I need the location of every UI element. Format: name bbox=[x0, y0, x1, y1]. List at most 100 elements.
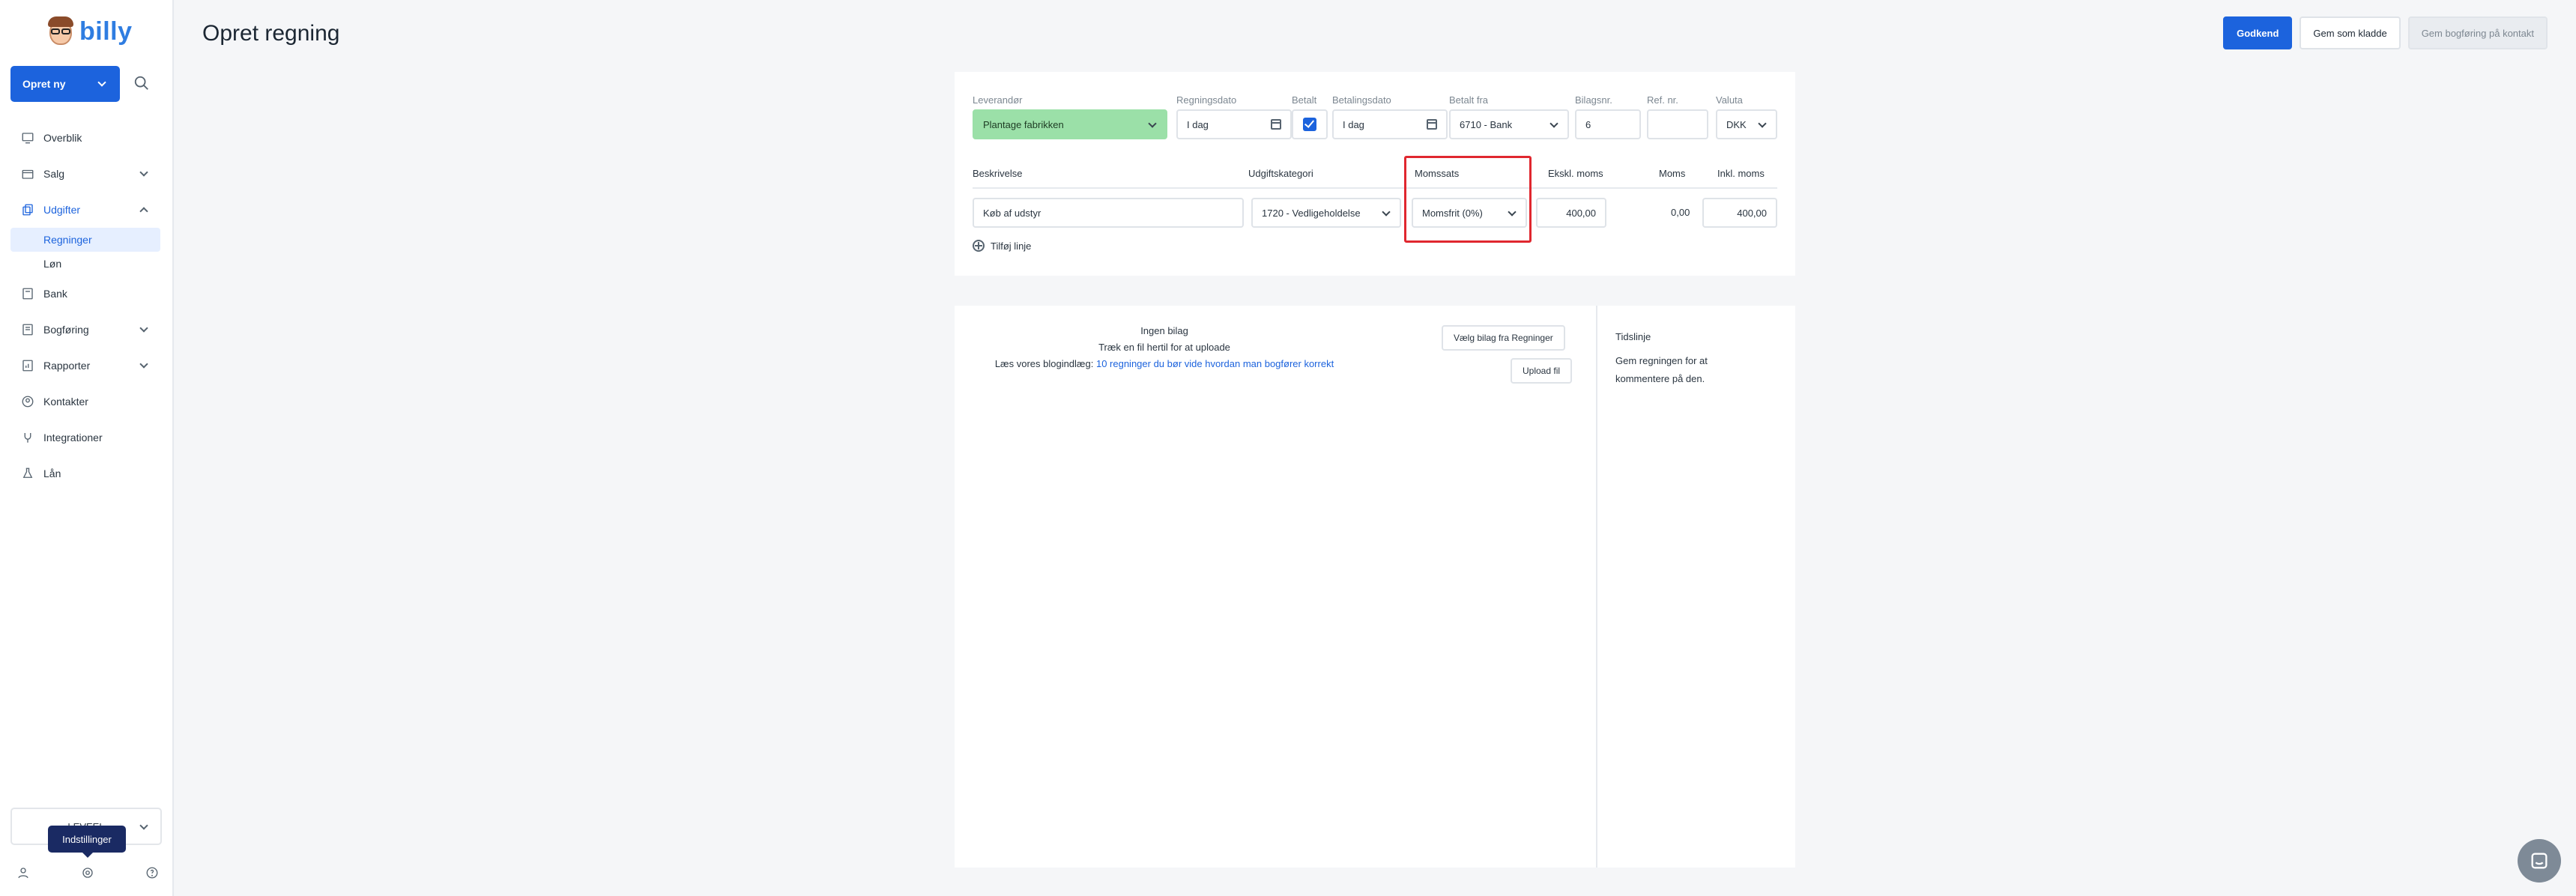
supplier-label: Leverandør bbox=[973, 94, 1023, 106]
sidebar-item-label: Lån bbox=[43, 467, 61, 479]
chevron-down-icon bbox=[1549, 119, 1558, 128]
line-description-value: Køb af udstyr bbox=[983, 207, 1041, 219]
sidebar-item-salg[interactable]: Salg bbox=[10, 156, 160, 192]
blog-link[interactable]: 10 regninger du bør vide hvordan man bog… bbox=[1096, 358, 1334, 369]
sidebar-item-overblik[interactable]: Overblik bbox=[10, 120, 160, 156]
line-incl-vat-input[interactable]: 400,00 bbox=[1702, 198, 1777, 228]
ref-no-input[interactable] bbox=[1647, 109, 1708, 139]
help-icon[interactable] bbox=[145, 866, 159, 880]
monitor-icon bbox=[22, 133, 34, 144]
payment-date-label: Betalingsdato bbox=[1332, 94, 1391, 106]
plug-icon bbox=[24, 433, 31, 443]
plus-circle-icon bbox=[973, 240, 985, 252]
line-vat-rate-value: Momsfrit (0%) bbox=[1422, 207, 1483, 219]
report-icon bbox=[22, 360, 33, 372]
vat-rate-header: Momssats bbox=[1415, 168, 1460, 179]
sidebar-item-label: Bogføring bbox=[43, 324, 89, 336]
line-vat-rate-select[interactable]: Momsfrit (0%) bbox=[1412, 198, 1527, 228]
store-icon bbox=[22, 169, 34, 179]
paid-label: Betalt bbox=[1292, 94, 1317, 106]
payment-date-value: I dag bbox=[1343, 118, 1364, 130]
settings-tooltip: Indstillinger bbox=[48, 826, 126, 858]
billy-logo[interactable]: billy bbox=[46, 16, 133, 46]
sidebar-item-label: Kontakter bbox=[43, 396, 88, 408]
chevron-down-icon bbox=[1382, 208, 1391, 217]
calendar-icon bbox=[1427, 119, 1437, 130]
page-title: Opret regning bbox=[202, 21, 340, 46]
incl-vat-header: Inkl. moms bbox=[1717, 168, 1765, 179]
create-new-button[interactable]: Opret ny bbox=[10, 66, 120, 102]
currency-select[interactable]: DKK bbox=[1716, 109, 1777, 139]
paid-from-select[interactable]: 6710 - Bank bbox=[1449, 109, 1569, 139]
sidebar-item-label: Bank bbox=[43, 288, 67, 300]
line-excl-vat-value: 400,00 bbox=[1566, 207, 1596, 219]
line-excl-vat-input[interactable]: 400,00 bbox=[1536, 198, 1606, 228]
sidebar-item-label: Overblik bbox=[43, 132, 82, 144]
chevron-down-icon bbox=[139, 360, 148, 369]
header-actions: Godkend Gem som kladde Gem bogføring på … bbox=[2223, 16, 2548, 49]
chat-support-button[interactable] bbox=[2518, 839, 2561, 883]
sidebar-subitem-regninger[interactable]: Regninger bbox=[10, 228, 160, 252]
bill-date-field[interactable]: I dag bbox=[1176, 109, 1292, 139]
paid-checkbox-field bbox=[1292, 109, 1328, 139]
voucher-no-value: 6 bbox=[1585, 118, 1591, 130]
sidebar-item-bogfoering[interactable]: Bogføring bbox=[10, 312, 160, 348]
approve-button[interactable]: Godkend bbox=[2223, 16, 2293, 49]
paid-from-label: Betalt fra bbox=[1449, 94, 1489, 106]
line-vat-value: 0,00 bbox=[1671, 207, 1690, 218]
bank-icon bbox=[22, 288, 33, 300]
line-description-input[interactable]: Køb af udstyr bbox=[973, 198, 1244, 228]
sidebar-item-laan[interactable]: Lån bbox=[10, 455, 160, 491]
sidebar-item-label: Integrationer bbox=[43, 432, 103, 444]
chevron-down-icon bbox=[97, 78, 106, 87]
chevron-down-icon bbox=[1758, 119, 1767, 128]
voucher-no-label: Bilagsnr. bbox=[1575, 94, 1612, 106]
chevron-down-icon bbox=[1148, 119, 1157, 128]
currency-label: Valuta bbox=[1716, 94, 1743, 106]
add-line-button[interactable]: Tilføj linje bbox=[973, 240, 1031, 252]
copy-icon bbox=[22, 204, 33, 216]
paid-checkbox[interactable] bbox=[1303, 118, 1316, 131]
bill-form-card: Leverandør Plantage fabrikken Regningsda… bbox=[955, 72, 1795, 276]
chevron-down-icon bbox=[139, 324, 148, 333]
excl-vat-header: Ekskl. moms bbox=[1548, 168, 1603, 179]
save-draft-button[interactable]: Gem som kladde bbox=[2300, 16, 2401, 49]
sidebar-item-label: Udgifter bbox=[43, 204, 81, 216]
bill-date-value: I dag bbox=[1187, 118, 1209, 130]
timeline-title: Tidslinje bbox=[1615, 331, 1651, 342]
line-category-select[interactable]: 1720 - Vedligeholdelse bbox=[1251, 198, 1401, 228]
sidebar-item-udgifter[interactable]: Udgifter bbox=[10, 192, 160, 228]
flask-icon bbox=[22, 467, 33, 478]
sidebar-item-integrationer[interactable]: Integrationer bbox=[10, 420, 160, 455]
currency-value: DKK bbox=[1726, 118, 1747, 130]
category-header: Udgiftskategori bbox=[1248, 168, 1313, 179]
sidebar-item-rapporter[interactable]: Rapporter bbox=[10, 348, 160, 384]
blog-text: Læs vores blogindlæg: 10 regninger du bø… bbox=[955, 358, 1374, 369]
drag-upload-text: Træk en fil hertil for at uploade bbox=[1098, 342, 1230, 353]
supplier-select[interactable]: Plantage fabrikken bbox=[973, 109, 1167, 139]
user-icon[interactable] bbox=[16, 866, 30, 880]
line-header-divider bbox=[973, 187, 1777, 189]
chevron-down-icon bbox=[1508, 208, 1517, 217]
line-incl-vat-value: 400,00 bbox=[1737, 207, 1767, 219]
payment-date-field[interactable]: I dag bbox=[1332, 109, 1448, 139]
search-icon[interactable] bbox=[133, 75, 151, 93]
add-line-label: Tilføj linje bbox=[991, 240, 1032, 252]
chevron-up-icon bbox=[139, 207, 148, 216]
paid-from-value: 6710 - Bank bbox=[1460, 118, 1513, 130]
sidebar-item-bank[interactable]: Bank bbox=[10, 276, 160, 312]
gear-icon[interactable] bbox=[81, 866, 94, 880]
voucher-no-input[interactable]: 6 bbox=[1575, 109, 1641, 139]
sidebar-footer bbox=[16, 866, 159, 880]
save-on-contact-button[interactable]: Gem bogføring på kontakt bbox=[2407, 16, 2548, 49]
upload-file-button[interactable]: Upload fil bbox=[1511, 358, 1573, 384]
sidebar-item-kontakter[interactable]: Kontakter bbox=[10, 384, 160, 420]
bill-date-label: Regningsdato bbox=[1176, 94, 1237, 106]
contact-icon bbox=[22, 396, 34, 408]
no-attachment-text: Ingen bilag bbox=[1140, 325, 1188, 336]
choose-attachment-button[interactable]: Vælg bilag fra Regninger bbox=[1442, 325, 1565, 351]
timeline-divider bbox=[1596, 306, 1597, 868]
chevron-down-icon bbox=[139, 821, 148, 830]
attachments-card: Ingen bilag Træk en fil hertil for at up… bbox=[955, 306, 1795, 868]
sidebar-subitem-loen[interactable]: Løn bbox=[10, 252, 160, 276]
